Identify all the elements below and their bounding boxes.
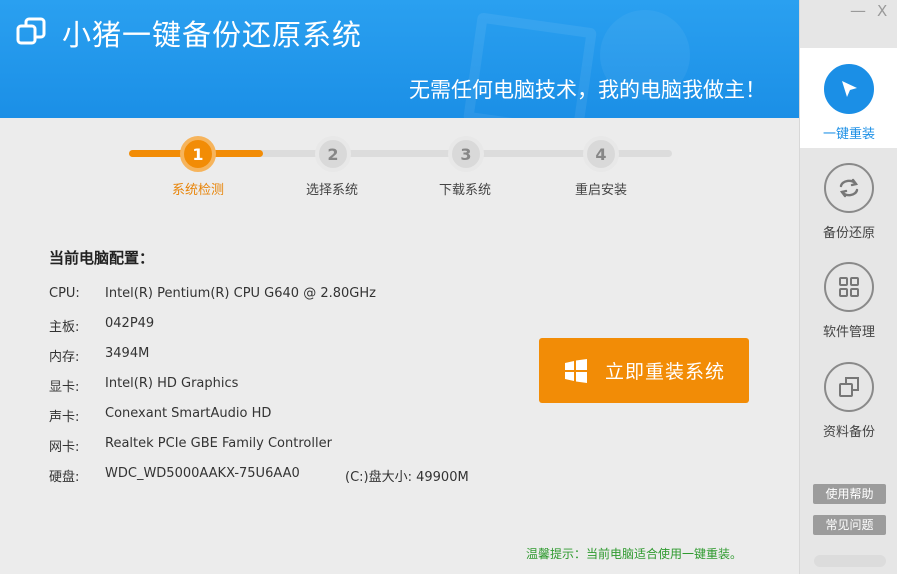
config-key: 网卡:	[49, 440, 80, 455]
config-value: WDC_WD5000AAKX-75U6AA0	[105, 466, 300, 481]
step-1-indicator: 1	[180, 136, 216, 172]
step-2-label: 选择系统	[305, 183, 358, 198]
disk-size: (C:)盘大小: 49900M	[345, 470, 469, 485]
reinstall-now-label: 立即重装系统	[605, 361, 726, 383]
sidebar-item-label: 资料备份	[822, 425, 875, 440]
step-3-label: 下载系统	[438, 183, 491, 198]
header-banner: 小猪一键备份还原系统 无需任何电脑技术，我的电脑我做主！	[0, 0, 799, 118]
sidebar-item-software-management[interactable]: 软件管理	[800, 262, 897, 362]
step-4-indicator: 4	[583, 136, 619, 172]
config-value: Intel(R) Pentium(R) CPU G640 @ 2.80GHz	[105, 286, 376, 301]
copy-icon	[824, 362, 874, 412]
sidebar-item-one-key-reinstall[interactable]: 一键重装	[800, 48, 897, 148]
reinstall-now-button[interactable]: 立即重装系统	[539, 338, 749, 403]
app-title: 小猪一键备份还原系统	[62, 18, 363, 52]
grid-icon	[824, 262, 874, 312]
config-value: Conexant SmartAudio HD	[105, 406, 272, 421]
config-key: 硬盘:	[49, 470, 80, 485]
tip-text: 温馨提示：当前电脑适合使用一键重装。	[526, 547, 743, 561]
sidebar-scrollbar[interactable]	[814, 555, 886, 567]
sidebar-item-label: 备份还原	[822, 226, 875, 241]
minimize-button[interactable]: —	[850, 3, 866, 19]
config-value: Intel(R) HD Graphics	[105, 376, 239, 391]
close-button[interactable]: X	[877, 3, 887, 19]
sidebar-item-data-backup[interactable]: 资料备份	[800, 362, 897, 462]
slogan: 无需任何电脑技术，我的电脑我做主！	[409, 78, 766, 102]
refresh-arrows-icon	[824, 163, 874, 213]
step-4-label: 重启安装	[574, 183, 627, 198]
config-key: 声卡:	[49, 410, 80, 425]
config-value: 042P49	[105, 316, 155, 331]
config-key: 主板:	[49, 320, 80, 335]
cursor-arrow-icon	[824, 64, 874, 114]
windows-logo-icon	[565, 358, 587, 383]
step-3-indicator: 3	[448, 136, 484, 172]
sidebar-item-label: 一键重装	[822, 127, 875, 142]
config-key: 内存:	[49, 350, 80, 365]
sidebar-item-label: 软件管理	[822, 325, 875, 340]
faq-button[interactable]: 常见问题	[813, 515, 886, 535]
right-sidebar: — X 一键重装 备份还原 软件管理 资料备份 使用帮助 常见问题	[799, 0, 897, 574]
step-1-label: 系统检测	[171, 183, 224, 198]
config-key: CPU:	[49, 286, 80, 301]
config-value: Realtek PCIe GBE Family Controller	[105, 436, 332, 451]
help-button[interactable]: 使用帮助	[813, 484, 886, 504]
config-value: 3494M	[105, 346, 150, 361]
app-logo-icon	[16, 17, 46, 45]
step-2-indicator: 2	[315, 136, 351, 172]
config-title: 当前电脑配置：	[49, 249, 155, 267]
config-key: 显卡:	[49, 380, 80, 395]
sidebar-item-backup-restore[interactable]: 备份还原	[800, 163, 897, 263]
